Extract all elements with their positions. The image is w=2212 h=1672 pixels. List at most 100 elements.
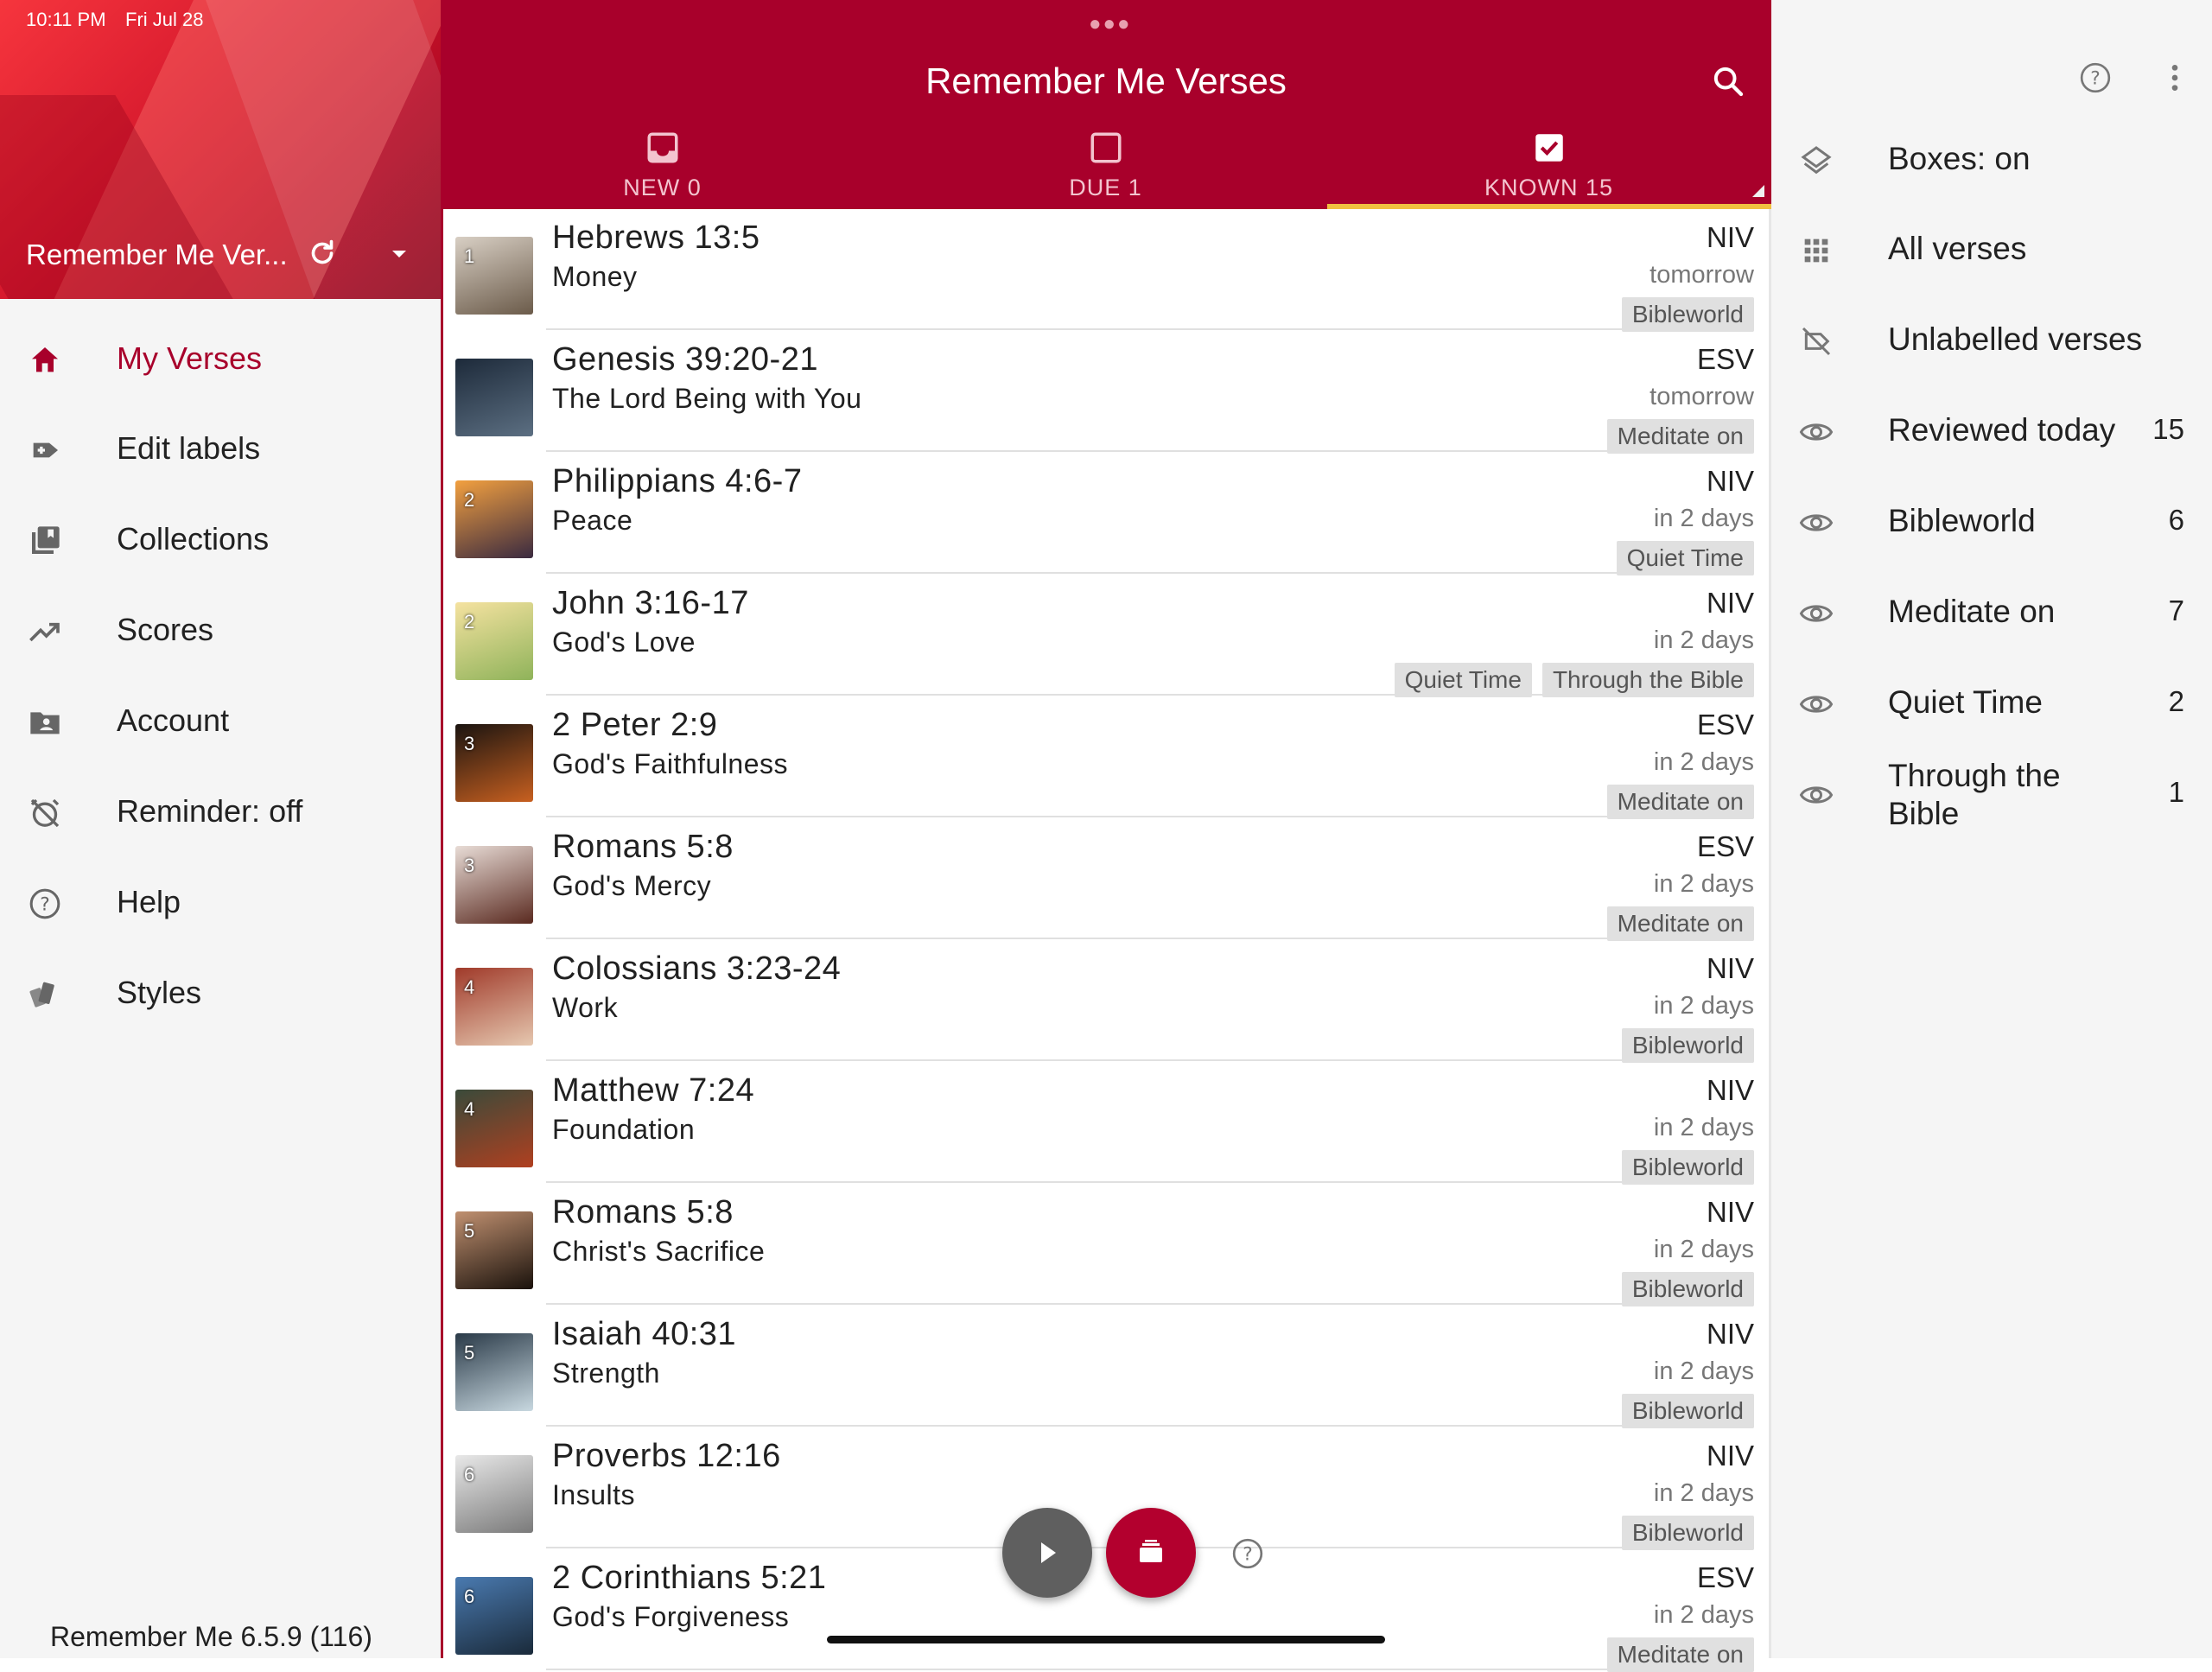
nav-item-collections[interactable]: Collections [0,505,441,574]
nav-item-styles[interactable]: Styles [0,958,441,1027]
verse-reference: John 3:16-17 [552,585,749,621]
filter-item[interactable]: All verses [1771,207,2212,294]
filter-count: 2 [2168,685,2184,717]
boxes-button[interactable] [1106,1508,1196,1598]
verse-row[interactable]: 2 John 3:16-17 God's Love NIV in 2 days Quiet… [441,575,1771,697]
nav-item-edit-labels[interactable]: Edit labels [0,414,441,483]
divider [546,1181,1754,1183]
tab-known[interactable]: KNOWN 15 [1327,130,1770,209]
tab-new[interactable]: NEW 0 [441,130,884,209]
more-vert-icon[interactable] [2162,60,2188,99]
label-chip[interactable]: Meditate on [1606,419,1754,454]
label-add-icon [28,433,62,467]
label-list: Meditate on [1606,419,1754,454]
verse-row[interactable]: 1 Hebrews 13:5 Money NIV tomorrow Bibleworld [441,209,1771,332]
label-list: Bibleworld [1621,1394,1754,1428]
verse-row[interactable]: 5 Isaiah 40:31 Strength NIV in 2 days Biblewo… [441,1306,1771,1428]
bible-version: NIV [1706,1196,1754,1228]
label-chip[interactable]: Bibleworld [1621,1272,1754,1306]
label-chip[interactable]: Through the Bible [1541,663,1754,697]
filter-label: All verses [1888,231,2027,266]
tab-label: DUE 1 [1069,175,1142,200]
filter-item[interactable]: Unlabelled verses [1771,298,2212,385]
verse-row[interactable]: 5 Romans 5:8 Christ's Sacrifice NIV in 2 day… [441,1184,1771,1306]
palette-icon [28,977,62,1012]
nav-item-reminder[interactable]: Reminder: off [0,777,441,846]
verse-row[interactable]: 2 Philippians 4:6-7 Peace NIV in 2 days Quiet… [441,453,1771,575]
label-chip[interactable]: Bibleworld [1621,1394,1754,1428]
verse-reference: 2 Corinthians 5:21 [552,1560,827,1596]
verse-title: God's Love [552,626,696,658]
filter-item[interactable]: Meditate on 7 [1771,570,2212,657]
verse-row[interactable]: 4 Matthew 7:24 Foundation NIV in 2 days Bible… [441,1062,1771,1185]
nav-item-my-verses[interactable]: My Verses [0,324,441,393]
box-number: 4 [464,1098,475,1120]
divider [546,694,1754,696]
chevron-down-icon[interactable] [387,245,411,267]
verse-reference: Isaiah 40:31 [552,1316,737,1352]
home-indicator[interactable] [827,1636,1385,1643]
verse-reference: Genesis 39:20-21 [552,341,818,378]
filter-label: Through the Bible [1888,758,2061,831]
due-date: in 2 days [1653,748,1754,776]
verse-row[interactable]: Genesis 39:20-21 The Lord Being with You E… [441,331,1771,454]
eye-icon [1799,505,1834,544]
verse-thumbnail: 3 [455,846,533,924]
nav-label: Help [117,884,181,919]
filter-item[interactable]: Boxes: on [1771,118,2212,204]
verse-reference: Romans 5:8 [552,829,734,865]
label-chip[interactable]: Quiet Time [1616,541,1754,575]
search-icon[interactable] [1711,64,1745,103]
nav-item-account[interactable]: Account [0,686,441,755]
filter-item[interactable]: Reviewed today 15 [1771,389,2212,475]
play-button[interactable] [1002,1508,1092,1598]
label-chip[interactable]: Bibleworld [1621,1516,1754,1550]
bible-version: NIV [1706,587,1754,619]
label-list: Bibleworld [1621,297,1754,332]
help-icon[interactable]: ? [2078,60,2113,99]
verse-thumbnail: 2 [455,480,533,558]
due-date: in 2 days [1653,1114,1754,1141]
trending-up-icon [28,614,62,649]
svg-text:?: ? [2090,68,2101,90]
verse-thumbnail [455,359,533,436]
nav-item-scores[interactable]: Scores [0,595,441,664]
due-date: in 2 days [1653,1601,1754,1629]
help-icon[interactable]: ? [1230,1536,1265,1575]
filter-item[interactable]: Bibleworld 6 [1771,480,2212,566]
divider [546,1303,1754,1305]
nav-item-help[interactable]: ? Help [0,868,441,937]
due-date: in 2 days [1653,1479,1754,1507]
label-chip[interactable]: Quiet Time [1394,663,1532,697]
label-chip[interactable]: Meditate on [1606,906,1754,941]
label-chip[interactable]: Meditate on [1606,1637,1754,1672]
eye-icon [1799,415,1834,454]
tab-due[interactable]: DUE 1 [884,130,1327,209]
filter-count: 15 [2152,413,2184,445]
nav-label: Reminder: off [117,793,303,829]
label-list: Bibleworld [1621,1272,1754,1306]
eye-icon [1799,596,1834,635]
sync-icon[interactable] [307,238,338,273]
label-chip[interactable]: Bibleworld [1621,1028,1754,1063]
bible-version: NIV [1706,1318,1754,1350]
resize-corner [1752,185,1764,197]
verse-row[interactable]: 3 Romans 5:8 God's Mercy ESV in 2 days Medita… [441,818,1771,941]
verse-thumbnail: 4 [455,968,533,1046]
account-switcher[interactable]: Remember Me Ver... [26,233,423,277]
filter-item[interactable]: Through the Bible 1 [1771,752,2212,838]
verse-title: Work [552,992,619,1023]
verse-row[interactable]: 4 Colossians 3:23-24 Work NIV in 2 days Bible… [441,940,1771,1063]
due-date: in 2 days [1653,505,1754,532]
stack-icon [1140,1540,1162,1562]
label-chip[interactable]: Bibleworld [1621,297,1754,332]
verse-row[interactable]: 3 2 Peter 2:9 God's Faithfulness ESV in 2 da… [441,696,1771,819]
multitask-handle[interactable]: ●●● [1089,12,1132,36]
bible-version: ESV [1696,830,1754,862]
label-chip[interactable]: Bibleworld [1621,1150,1754,1185]
divider [546,1425,1754,1427]
divider [546,572,1754,574]
verse-title: Insults [552,1479,635,1510]
filter-item[interactable]: Quiet Time 2 [1771,661,2212,747]
label-chip[interactable]: Meditate on [1606,785,1754,819]
